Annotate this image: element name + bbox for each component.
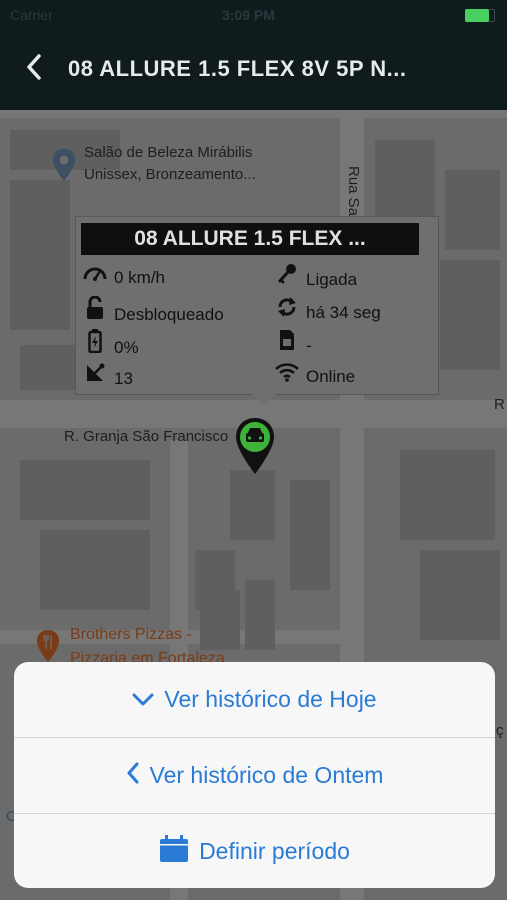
history-today-label: Ver histórico de Hoje	[164, 686, 377, 712]
define-period-button[interactable]: Definir período	[14, 814, 495, 888]
page-title: 08 ALLURE 1.5 FLEX 8V 5P N...	[68, 56, 407, 81]
update-value: há 34 seg	[306, 303, 381, 322]
restaurant-pin-icon	[37, 630, 59, 662]
connection-cell: Online	[274, 362, 355, 387]
speed-value: 0 km/h	[114, 268, 166, 287]
lock-cell: Desbloqueado	[82, 295, 224, 325]
connection-value: Online	[306, 367, 356, 386]
ignition-value: Ligada	[306, 270, 358, 289]
street-label-edge: R	[494, 396, 505, 413]
battery-icon	[465, 9, 495, 22]
battery-charging-icon	[82, 329, 108, 358]
history-yesterday-button[interactable]: Ver histórico de Ontem	[14, 738, 495, 814]
battery-value: 0%	[114, 338, 139, 357]
lock-value: Desbloqueado	[114, 305, 224, 324]
back-button[interactable]	[24, 52, 54, 82]
sim-cell: -	[274, 329, 312, 356]
ignition-cell: Ligada	[274, 263, 357, 290]
speedometer-icon	[82, 263, 108, 288]
key-icon	[274, 263, 300, 290]
history-yesterday-label: Ver histórico de Ontem	[149, 762, 384, 788]
poi-salon-line2: Unissex, Bronzeamento...	[84, 166, 256, 183]
street-label-edge-2: ç	[496, 722, 504, 739]
street-label-granja: R. Granja São Francisco	[64, 428, 229, 445]
history-action-sheet: Ver histórico de Hoje Ver histórico de O…	[14, 662, 495, 888]
calendar-icon	[159, 834, 189, 869]
satellite-value: 13	[114, 369, 133, 388]
status-bar: Carrier 3:09 PM	[0, 0, 507, 30]
satellite-dish-icon	[82, 362, 108, 389]
nav-bar: 08 ALLURE 1.5 FLEX 8V 5P N...	[0, 30, 507, 110]
speed-cell: 0 km/h	[82, 263, 165, 288]
sim-value: -	[306, 336, 312, 355]
chevron-down-icon	[132, 686, 154, 713]
vehicle-info-callout: 08 ALLURE 1.5 FLEX ... 0 km/h Ligada Des…	[75, 216, 439, 406]
vehicle-marker-icon[interactable]	[233, 416, 277, 476]
define-period-label: Definir período	[199, 838, 350, 864]
history-today-button[interactable]: Ver histórico de Hoje	[14, 662, 495, 738]
poi-salon-line1: Salão de Beleza Mirábilis	[84, 144, 253, 161]
poi-pizza-line1: Brothers Pizzas -	[70, 626, 192, 643]
callout-title: 08 ALLURE 1.5 FLEX ...	[81, 223, 419, 255]
satellite-cell: 13	[82, 362, 133, 389]
update-cell: há 34 seg	[274, 296, 381, 323]
callout-pointer	[252, 394, 276, 406]
carrier-label: Carrier	[10, 7, 53, 23]
street-label-rua: Rua Sa	[345, 166, 362, 217]
chevron-left-icon	[126, 762, 140, 790]
clock: 3:09 PM	[222, 7, 275, 23]
refresh-icon	[274, 296, 300, 323]
unlock-icon	[82, 295, 108, 325]
chevron-left-icon	[27, 54, 41, 80]
wifi-icon	[274, 362, 300, 387]
map-pin-icon	[53, 149, 75, 181]
battery-cell: 0%	[82, 329, 139, 358]
sim-card-icon	[274, 329, 300, 356]
